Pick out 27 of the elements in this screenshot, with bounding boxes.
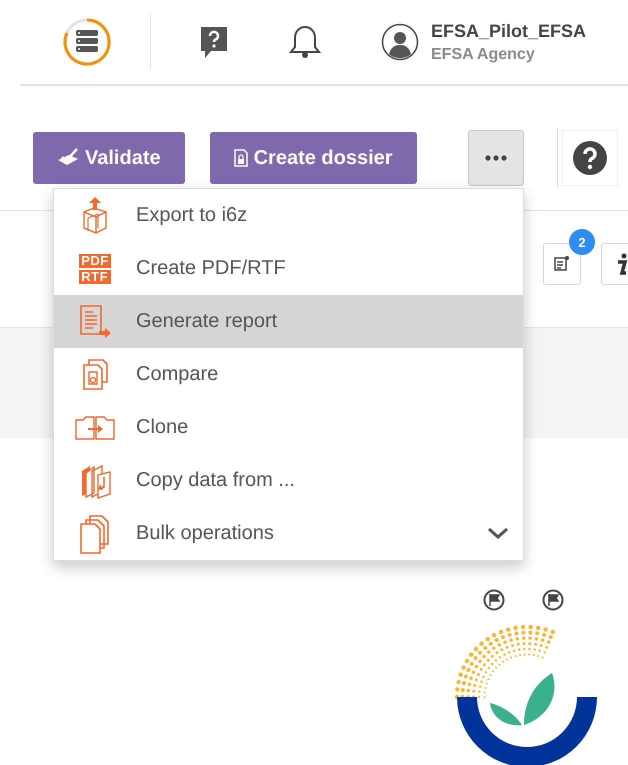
- locked-document-icon: [234, 149, 248, 167]
- server-status-icon[interactable]: [62, 17, 112, 67]
- organisation-name: EFSA Agency: [431, 46, 536, 64]
- flag-icon[interactable]: [542, 589, 564, 611]
- menu-item[interactable]: PDF RTF Create PDF/RTF: [54, 242, 523, 295]
- user-name: EFSA_Pilot_EFSA: [431, 20, 586, 42]
- menu-item[interactable]: Bulk operations: [54, 507, 523, 560]
- user-avatar-icon[interactable]: [381, 23, 419, 61]
- menu-item[interactable]: Compare: [54, 348, 523, 401]
- menu-item[interactable]: Clone: [54, 401, 523, 454]
- menu-item[interactable]: Generate report: [54, 295, 523, 348]
- stacked-pages-icon: [78, 514, 112, 554]
- count-badge: 2: [569, 229, 595, 255]
- more-icon: [484, 155, 507, 161]
- help-chat-icon[interactable]: [199, 25, 229, 59]
- help-button[interactable]: [562, 130, 618, 186]
- flag-icon[interactable]: [483, 589, 505, 611]
- menu-item[interactable]: Export to i6z: [54, 189, 523, 242]
- help-icon: [572, 140, 608, 176]
- clone-pages-icon: [75, 416, 115, 440]
- report-document-icon: [77, 304, 113, 340]
- menu-item[interactable]: Copy data from ...: [54, 454, 523, 507]
- validate-button[interactable]: Validate: [33, 132, 185, 184]
- notifications-icon[interactable]: [288, 24, 322, 60]
- checkmark-tray-icon: [57, 148, 79, 168]
- create-dossier-button[interactable]: Create dossier: [210, 132, 417, 184]
- note-edit-icon: [552, 254, 572, 274]
